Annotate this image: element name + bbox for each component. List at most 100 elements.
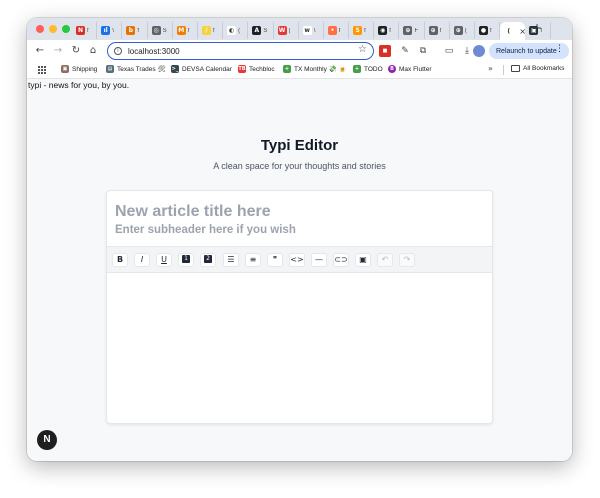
blockquote-button[interactable]: ❞ [267,253,283,267]
tab-favicon-icon: ◐ [227,26,237,35]
tab-favicon-icon: w [302,26,312,35]
more-menu-icon[interactable]: ⋮ [555,44,564,54]
new-tab-button[interactable]: + [532,21,542,35]
bookmark-item[interactable]: + TODO [353,65,383,73]
browser-tab[interactable]: Nf [72,22,98,39]
relaunch-label: Relaunch to update [496,47,557,55]
bookmark-item[interactable]: + TX Monthly 💸 🍺 [283,65,347,73]
bold-button[interactable]: B [112,253,128,267]
ordered-list-button[interactable]: ≡ [245,253,261,267]
browser-tab[interactable]: ⊕ F [399,22,425,39]
bookmark-item[interactable]: ▤ Texas Trades 🛠 [106,65,166,73]
reload-icon[interactable]: ↻ [69,44,83,58]
tab-title: \ [313,27,316,34]
article-subheader-input[interactable]: Enter subheader here if you wish [115,224,296,236]
tab-favicon-icon: / [201,26,211,35]
bookmark-label: DEVSA Calendar [182,65,232,73]
tab-title: f [87,27,89,34]
download-icon[interactable]: ⤓ [461,45,473,57]
bookmark-star-icon[interactable]: ☆ [358,44,367,55]
tab-title: f [364,27,366,34]
tab-strip: Nf ıl \ b f ◎ S Mf / f ◐(A S W(w \ • f Sf ◉ f ⊕ F ⊕ f ⊕(● f(× ▣ f … [27,18,572,41]
horizontal-rule-icon: — [315,255,323,264]
minimize-window-button[interactable] [49,25,57,33]
code-button[interactable]: <> [289,253,305,267]
bookmark-item[interactable]: >_ DEVSA Calendar [171,65,232,73]
browser-tab[interactable]: ⊕ f [425,22,450,39]
tab-favicon-icon: ⊕ [453,26,463,35]
address-url[interactable]: localhost:3000 [128,47,180,56]
redo-button[interactable]: ↷ [399,253,415,267]
italic-icon: I [140,255,144,264]
bookmark-label: TODO [364,65,383,73]
apps-grid-icon[interactable] [37,65,46,74]
browser-tab[interactable]: / f [198,22,224,39]
puzzle-extensions-icon[interactable]: ⧉ [417,45,429,57]
article-title-input[interactable]: New article title here [115,203,271,221]
browser-tab[interactable]: Mf [173,22,198,39]
all-bookmarks-button[interactable]: All Bookmarks [511,65,565,72]
bookmark-item[interactable]: ▣ Shipping [61,65,97,73]
extension-icon[interactable]: ■ [379,45,391,57]
forward-icon[interactable]: → [51,44,65,58]
tab-favicon-icon: ( [504,27,514,36]
image-button[interactable]: ▣ [355,253,371,267]
browser-tab[interactable]: ◐( [223,22,249,39]
browser-tab[interactable]: • f [324,22,350,39]
browser-tab[interactable]: w \ [299,22,324,39]
heading2-button[interactable]: 2 [200,253,216,267]
tab-favicon-icon: S [353,26,363,35]
tab-title: ( [464,27,467,34]
address-bar[interactable]: i localhost:3000 ☆ [107,42,374,60]
bookmarks-divider [503,65,504,75]
tab-favicon-icon: ◎ [151,26,161,35]
bookmarks-overflow-icon[interactable]: » [488,64,493,73]
heading1-icon: 1 [182,254,190,263]
bookmarks-bar: » All Bookmarks ▣ Shipping ▤ Texas Trades 🛠… [27,62,572,79]
horizontal-rule-button[interactable]: — [311,253,327,267]
undo-button[interactable]: ↶ [377,253,393,267]
tab-title: f [389,27,391,34]
browser-tab[interactable]: W( [274,22,299,39]
browser-tab[interactable]: ● f [475,22,501,39]
browser-tab[interactable]: Sf [349,22,375,39]
browser-tab[interactable]: ıl \ [97,22,123,39]
profile-avatar[interactable] [473,45,485,57]
pen-extension-icon[interactable]: ✎ [399,45,411,57]
underline-button[interactable]: U [156,253,172,267]
redo-icon: ↷ [403,255,411,264]
editor-body[interactable] [107,274,492,422]
tab-title: f [338,27,341,34]
tab-list: Nf ıl \ b f ◎ S Mf / f ◐(A S W(w \ • f Sf ◉ f ⊕ F ⊕ f ⊕(● f(× ▣ f [72,21,551,41]
tab-title: f [187,27,190,34]
home-icon[interactable]: ⌂ [86,44,100,58]
back-icon[interactable]: ← [33,44,47,58]
maximize-window-button[interactable] [62,25,70,33]
site-info-icon[interactable]: i [114,47,122,55]
link-button[interactable]: ⊂⊃ [333,253,349,267]
underline-icon: U [161,255,167,264]
browser-tab[interactable]: AS [248,22,274,39]
editor-toolbar: B I U 1 2 ☰ ≡ ❞ <> — ⊂⊃ ▣ ↶ ↷ [107,246,492,273]
bookmark-label: TX Monthly 💸 🍺 [294,66,347,73]
browser-tab[interactable]: ◎ S [148,22,173,39]
bold-icon: B [116,255,124,264]
browser-tab[interactable]: ◉ f [374,22,400,39]
browser-tab[interactable]: (× [500,22,526,41]
browser-tab[interactable]: bf [122,22,148,39]
heading1-button[interactable]: 1 [178,253,194,267]
bookmark-item[interactable]: B Max Flutter [388,65,432,73]
italic-button[interactable]: I [134,253,150,267]
tab-search-icon[interactable]: ▭ [443,45,455,57]
close-window-button[interactable] [36,25,44,33]
relaunch-button[interactable]: Relaunch to update ⋮ [489,43,569,59]
nextjs-dev-badge[interactable]: N [37,430,57,450]
page-subtitle: A clean space for your thoughts and stor… [213,161,386,171]
browser-tab[interactable]: ⊕( [450,22,475,39]
tab-favicon-icon: ● [479,26,488,35]
page-content: typi - news for you, by you. Typi Editor… [27,79,572,461]
bookmark-item[interactable]: TB Techbloc [238,65,275,73]
bookmark-favicon-icon: B [388,65,396,73]
bullet-list-button[interactable]: ☰ [223,253,239,267]
code-icon: <> [290,255,304,264]
